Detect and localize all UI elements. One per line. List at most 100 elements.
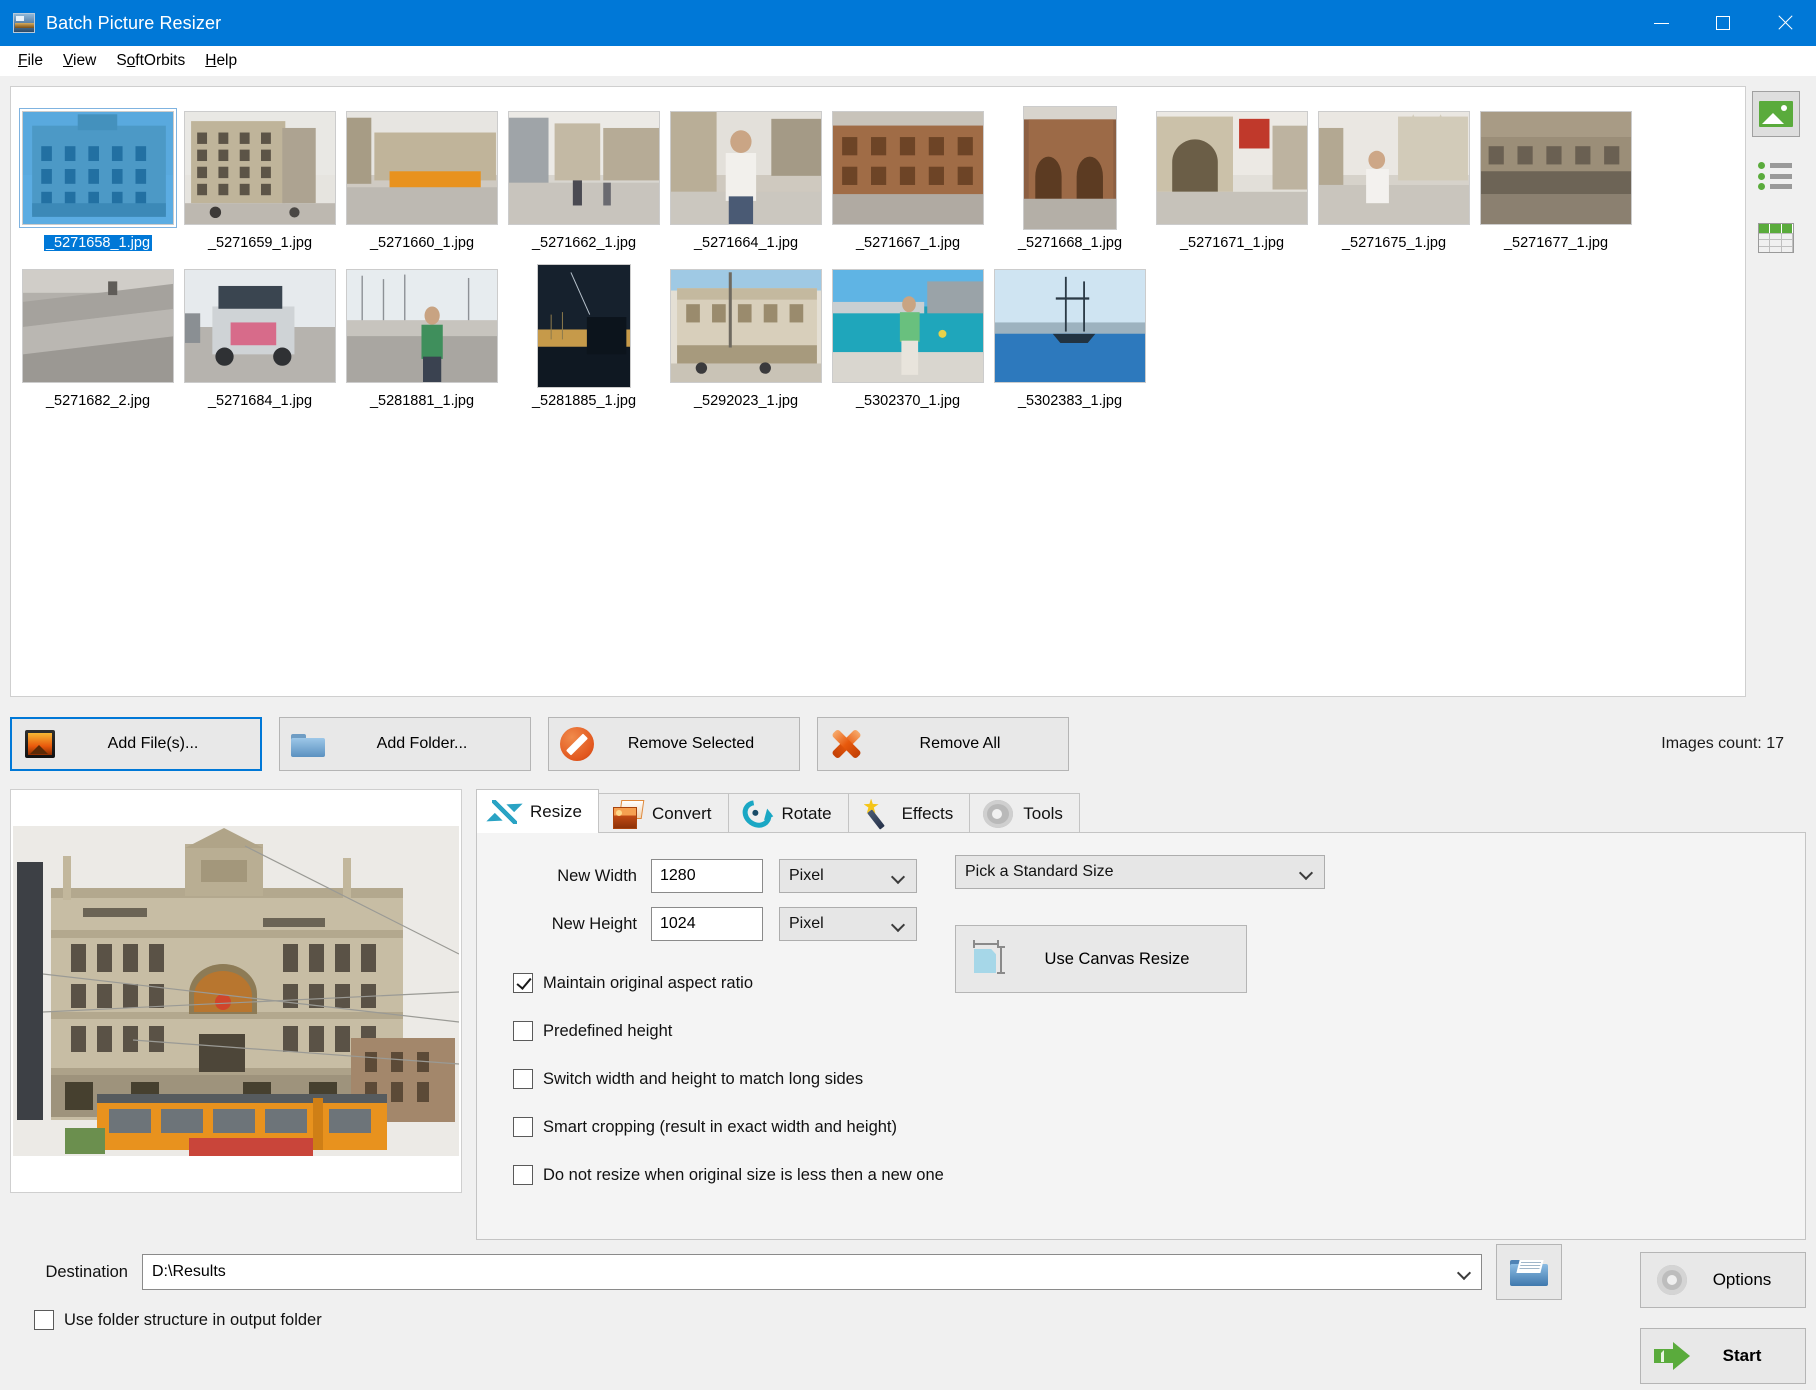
minimize-icon[interactable] — [1630, 0, 1692, 46]
thumbnail-filename: _5302383_1.jpg — [1016, 393, 1124, 409]
thumbnail-filename: _5292023_1.jpg — [692, 393, 800, 409]
thumbnail-item[interactable]: _5271668_1.jpg — [989, 95, 1151, 251]
browse-folder-button[interactable] — [1496, 1244, 1562, 1300]
maximize-icon[interactable] — [1692, 0, 1754, 46]
car-trunk-thumbnail[interactable] — [184, 269, 336, 383]
standard-size-select[interactable]: Pick a Standard Size — [955, 855, 1325, 889]
tab-convert[interactable]: Convert — [598, 793, 729, 833]
table-view-icon[interactable] — [1752, 215, 1800, 261]
add-files-label: Add File(s)... — [68, 735, 260, 753]
gallery-arch-thumbnail[interactable] — [1156, 111, 1308, 225]
menu-item-softorbits-rest: ftOrbits — [135, 52, 185, 69]
sailboat-thumbnail[interactable] — [994, 269, 1146, 383]
remove-selected-label: Remove Selected — [605, 735, 799, 753]
resize-option-row[interactable]: Do not resize when original size is less… — [513, 1151, 1805, 1199]
thumbnail-filename: _5271668_1.jpg — [1016, 235, 1124, 251]
rotate-arrow-icon — [737, 794, 776, 833]
thumbnail-item[interactable]: _5281885_1.jpg — [503, 253, 665, 409]
resize-arrows-icon — [490, 797, 520, 827]
thumbnail-item[interactable]: _5271684_1.jpg — [179, 253, 341, 409]
thumbnail-item[interactable]: _5271682_2.jpg — [17, 253, 179, 409]
remove-selected-button[interactable]: Remove Selected — [548, 717, 800, 771]
list-view-icon[interactable] — [1752, 153, 1800, 199]
resize-option-row[interactable]: Predefined height — [513, 1007, 1805, 1055]
thumbnail-item[interactable]: _5302370_1.jpg — [827, 253, 989, 409]
brick-arches-thumbnail[interactable] — [1023, 106, 1117, 230]
thumbnail-list-panel[interactable]: _5271658_1.jpg _5271659_1.jpg_5271660_1.j… — [10, 86, 1746, 697]
resize-option-row[interactable]: Switch width and height to match long si… — [513, 1055, 1805, 1103]
add-image-icon — [12, 730, 68, 758]
new-width-input[interactable]: 1280 — [651, 859, 763, 893]
street-crowd-thumbnail[interactable] — [508, 111, 660, 225]
resize-option-checkbox[interactable] — [513, 1069, 533, 1089]
thumbnail-image-wrapper — [179, 104, 341, 232]
tram-square-thumbnail[interactable] — [346, 111, 498, 225]
promenade-man-thumbnail[interactable] — [832, 269, 984, 383]
tab-rotate[interactable]: Rotate — [728, 793, 849, 833]
new-width-label: New Width — [529, 867, 637, 886]
new-width-unit-select[interactable]: Pixel — [779, 859, 917, 893]
gear-icon — [1641, 1265, 1703, 1295]
thumbnail-item[interactable]: _5271675_1.jpg — [1313, 95, 1475, 251]
seaside-building-thumbnail[interactable] — [670, 269, 822, 383]
menu-bar: File View SoftOrbits Help — [0, 46, 1816, 76]
thumbnail-item[interactable]: _5281881_1.jpg — [341, 253, 503, 409]
destination-input[interactable]: D:\Results — [142, 1254, 1482, 1290]
thumbnail-item[interactable]: _5271659_1.jpg — [179, 95, 341, 251]
resize-option-checkbox[interactable] — [513, 1021, 533, 1041]
corner-building-thumbnail[interactable] — [184, 111, 336, 225]
use-folder-structure-checkbox[interactable] — [34, 1310, 54, 1330]
menu-item-softorbits[interactable]: SoftOrbits — [106, 48, 195, 74]
man-portrait-thumbnail[interactable] — [670, 111, 822, 225]
use-folder-structure-row[interactable]: Use folder structure in output folder — [10, 1310, 1806, 1330]
thumbnail-item[interactable]: _5271667_1.jpg — [827, 95, 989, 251]
thumbnail-image-wrapper — [179, 262, 341, 390]
tab-effects[interactable]: Effects — [848, 793, 971, 833]
thumbnail-item[interactable]: _5271677_1.jpg — [1475, 95, 1637, 251]
thumbnail-item[interactable]: _5292023_1.jpg — [665, 253, 827, 409]
title-bar: Batch Picture Resizer — [0, 0, 1816, 46]
options-button[interactable]: Options — [1640, 1252, 1806, 1308]
thumbnail-item[interactable]: _5271662_1.jpg — [503, 95, 665, 251]
menu-item-view[interactable]: View — [53, 48, 106, 74]
thumbnail-item[interactable]: _5271658_1.jpg — [17, 95, 179, 251]
resize-option-row[interactable]: Smart cropping (result in exact width an… — [513, 1103, 1805, 1151]
convert-images-icon — [612, 799, 642, 829]
green-arrow-icon — [1641, 1342, 1703, 1370]
new-height-label: New Height — [529, 915, 637, 934]
standard-size-value: Pick a Standard Size — [965, 863, 1114, 881]
application-window: Batch Picture Resizer File View SoftOrbi… — [0, 0, 1816, 1390]
harbor-man-thumbnail[interactable] — [346, 269, 498, 383]
thumbnail-item[interactable]: _5302383_1.jpg — [989, 253, 1151, 409]
chevron-down-icon — [1459, 1267, 1470, 1278]
arcade-brick-thumbnail[interactable] — [832, 111, 984, 225]
tab-resize[interactable]: Resize — [476, 789, 599, 833]
menu-item-file[interactable]: File — [8, 48, 53, 74]
thumbnail-filename: _5271658_1.jpg — [44, 235, 152, 251]
tab-label: Tools — [1023, 804, 1063, 824]
harbor-dusk-thumbnail[interactable] — [537, 264, 631, 388]
new-height-input[interactable]: 1024 — [651, 907, 763, 941]
tab-label: Effects — [902, 804, 954, 824]
thumbnail-item[interactable]: _5271664_1.jpg — [665, 95, 827, 251]
duomo-square-thumbnail[interactable] — [1318, 111, 1470, 225]
building-facade-thumbnail[interactable] — [22, 111, 174, 225]
menu-item-help[interactable]: Help — [195, 48, 247, 74]
remove-all-button[interactable]: Remove All — [817, 717, 1069, 771]
thumbnail-item[interactable]: _5271671_1.jpg — [1151, 95, 1313, 251]
stone-carving-thumbnail[interactable] — [1480, 111, 1632, 225]
use-canvas-resize-button[interactable]: Use Canvas Resize — [955, 925, 1247, 993]
thumbnail-view-icon[interactable] — [1752, 91, 1800, 137]
add-folder-button[interactable]: Add Folder... — [279, 717, 531, 771]
menu-item-help-rest: elp — [216, 52, 237, 69]
resize-option-checkbox[interactable] — [513, 1117, 533, 1137]
new-height-unit-select[interactable]: Pixel — [779, 907, 917, 941]
start-button[interactable]: Start — [1640, 1328, 1806, 1384]
tab-tools[interactable]: Tools — [969, 793, 1080, 833]
thumbnail-item[interactable]: _5271660_1.jpg — [341, 95, 503, 251]
resize-option-checkbox[interactable] — [513, 973, 533, 993]
add-files-button[interactable]: Add File(s)... — [10, 717, 262, 771]
resize-option-checkbox[interactable] — [513, 1165, 533, 1185]
concrete-steps-thumbnail[interactable] — [22, 269, 174, 383]
close-icon[interactable] — [1754, 0, 1816, 46]
